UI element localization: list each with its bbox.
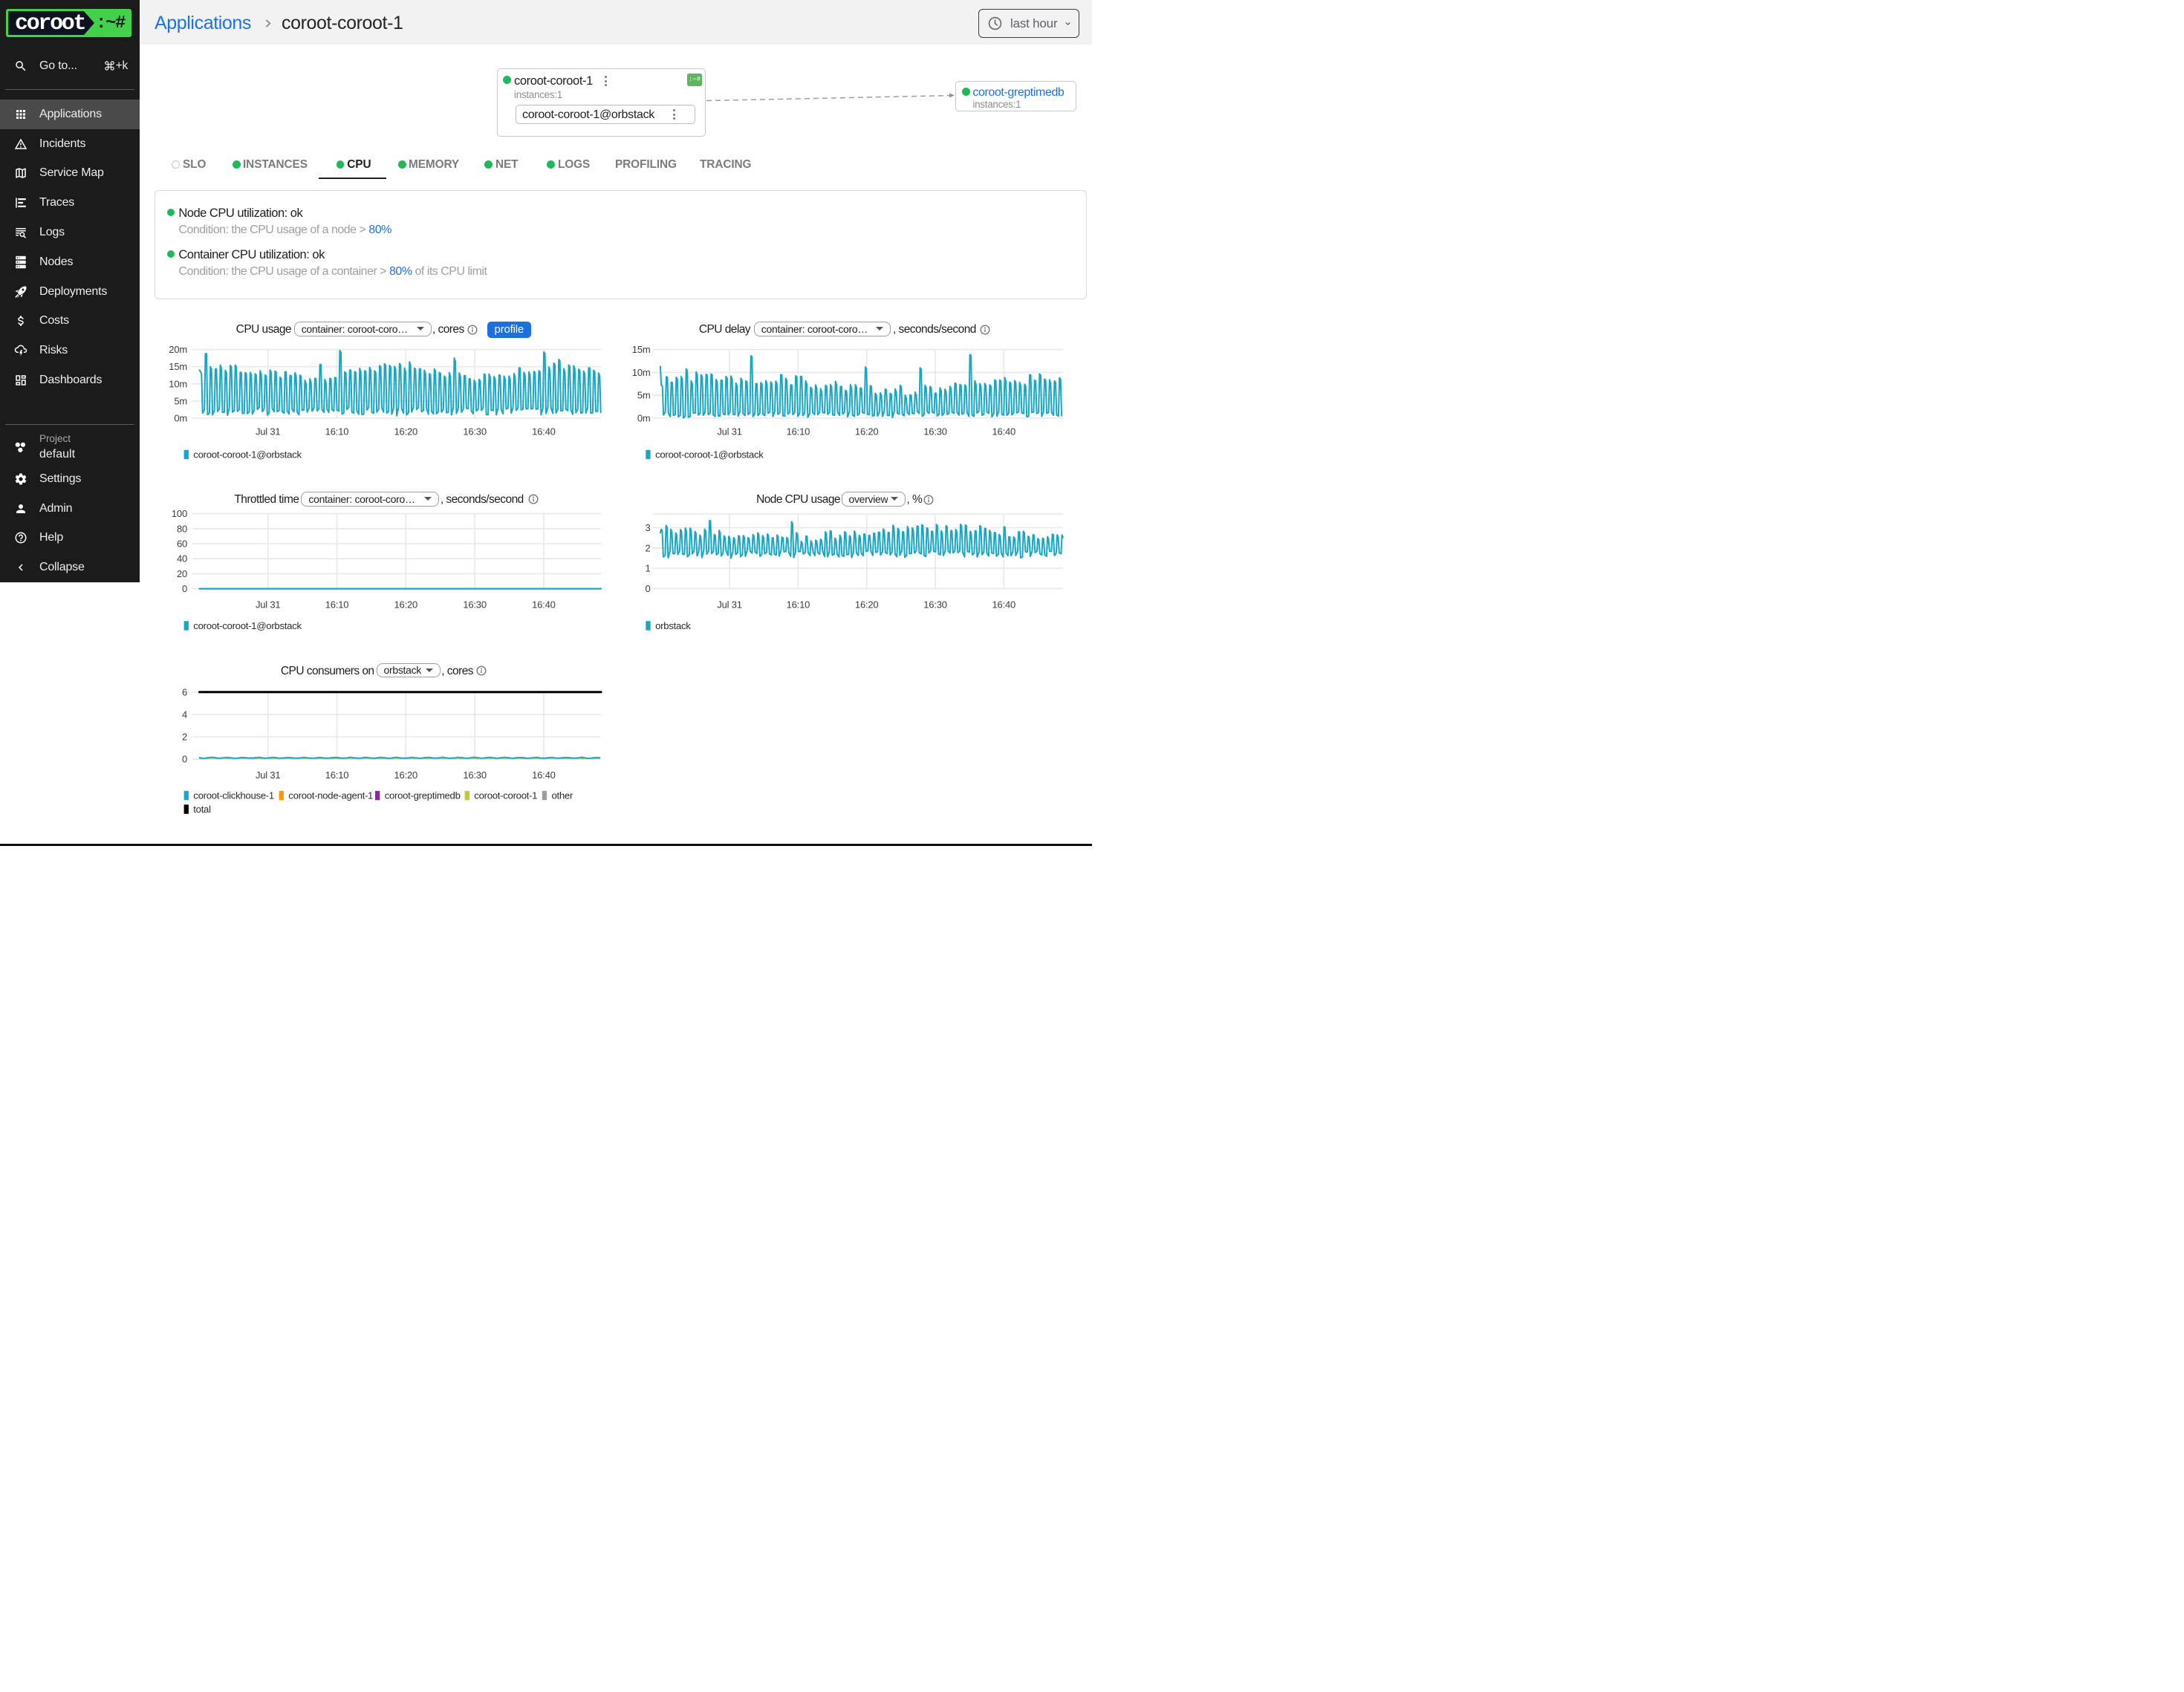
svg-text:coroot-coroot-1: coroot-coroot-1 [474, 790, 537, 801]
svg-text:orbstack: orbstack [655, 620, 691, 631]
svg-text:16:30: 16:30 [463, 599, 487, 611]
svg-text:0: 0 [182, 583, 187, 594]
svg-text:100: 100 [172, 508, 187, 519]
svg-text:16:40: 16:40 [992, 426, 1016, 437]
svg-text:15m: 15m [169, 361, 187, 372]
svg-text:Jul 31: Jul 31 [717, 599, 742, 611]
svg-text:16:20: 16:20 [394, 599, 418, 611]
svg-text:Jul 31: Jul 31 [256, 426, 281, 437]
svg-text:coroot-coroot-1@orbstack: coroot-coroot-1@orbstack [193, 449, 302, 461]
svg-text:6: 6 [182, 686, 187, 697]
svg-text:4: 4 [182, 709, 187, 720]
svg-text:2: 2 [645, 542, 650, 553]
svg-text:16:20: 16:20 [394, 769, 418, 781]
svg-text:16:30: 16:30 [463, 769, 487, 781]
svg-text:Jul 31: Jul 31 [256, 599, 281, 611]
svg-text:0m: 0m [174, 413, 187, 424]
svg-text:0: 0 [182, 754, 187, 765]
svg-text:16:20: 16:20 [855, 426, 879, 437]
svg-text:1: 1 [645, 563, 650, 574]
svg-text:2: 2 [182, 732, 187, 743]
svg-text:Jul 31: Jul 31 [717, 426, 742, 437]
svg-text:0: 0 [645, 583, 650, 594]
svg-text:16:20: 16:20 [394, 426, 418, 437]
svg-text:coroot-clickhouse-1: coroot-clickhouse-1 [193, 790, 274, 801]
svg-text:Jul 31: Jul 31 [256, 769, 281, 781]
svg-text:3: 3 [645, 522, 650, 533]
svg-text:20: 20 [177, 568, 187, 579]
svg-text:16:30: 16:30 [923, 599, 947, 611]
svg-text:16:10: 16:10 [325, 426, 349, 437]
svg-text:40: 40 [177, 553, 187, 564]
svg-text:5m: 5m [174, 395, 187, 406]
svg-text:16:30: 16:30 [923, 426, 947, 437]
svg-text:16:40: 16:40 [532, 426, 556, 437]
svg-text:16:10: 16:10 [787, 426, 810, 437]
svg-text:16:10: 16:10 [325, 599, 349, 611]
svg-text:16:10: 16:10 [325, 769, 349, 781]
svg-text:coroot-coroot-1@orbstack: coroot-coroot-1@orbstack [655, 449, 764, 461]
svg-text:60: 60 [177, 538, 187, 550]
svg-text:coroot-greptimedb: coroot-greptimedb [385, 790, 461, 801]
svg-text:16:20: 16:20 [855, 599, 879, 611]
svg-text:15m: 15m [632, 344, 651, 355]
svg-text:total: total [193, 804, 211, 815]
svg-text:16:40: 16:40 [992, 599, 1016, 611]
svg-text:other: other [552, 790, 573, 801]
svg-text:5m: 5m [637, 390, 651, 401]
svg-text:16:10: 16:10 [787, 599, 810, 611]
svg-text:20m: 20m [169, 344, 187, 355]
svg-text:80: 80 [177, 523, 187, 534]
svg-text:16:40: 16:40 [532, 769, 556, 781]
svg-text:0m: 0m [637, 413, 651, 424]
svg-text:coroot-coroot-1@orbstack: coroot-coroot-1@orbstack [193, 620, 302, 631]
svg-text:16:40: 16:40 [532, 599, 556, 611]
svg-text:coroot-node-agent-1: coroot-node-agent-1 [288, 790, 373, 801]
svg-text:16:30: 16:30 [463, 426, 487, 437]
svg-text:10m: 10m [632, 367, 651, 378]
svg-text:10m: 10m [169, 378, 187, 389]
